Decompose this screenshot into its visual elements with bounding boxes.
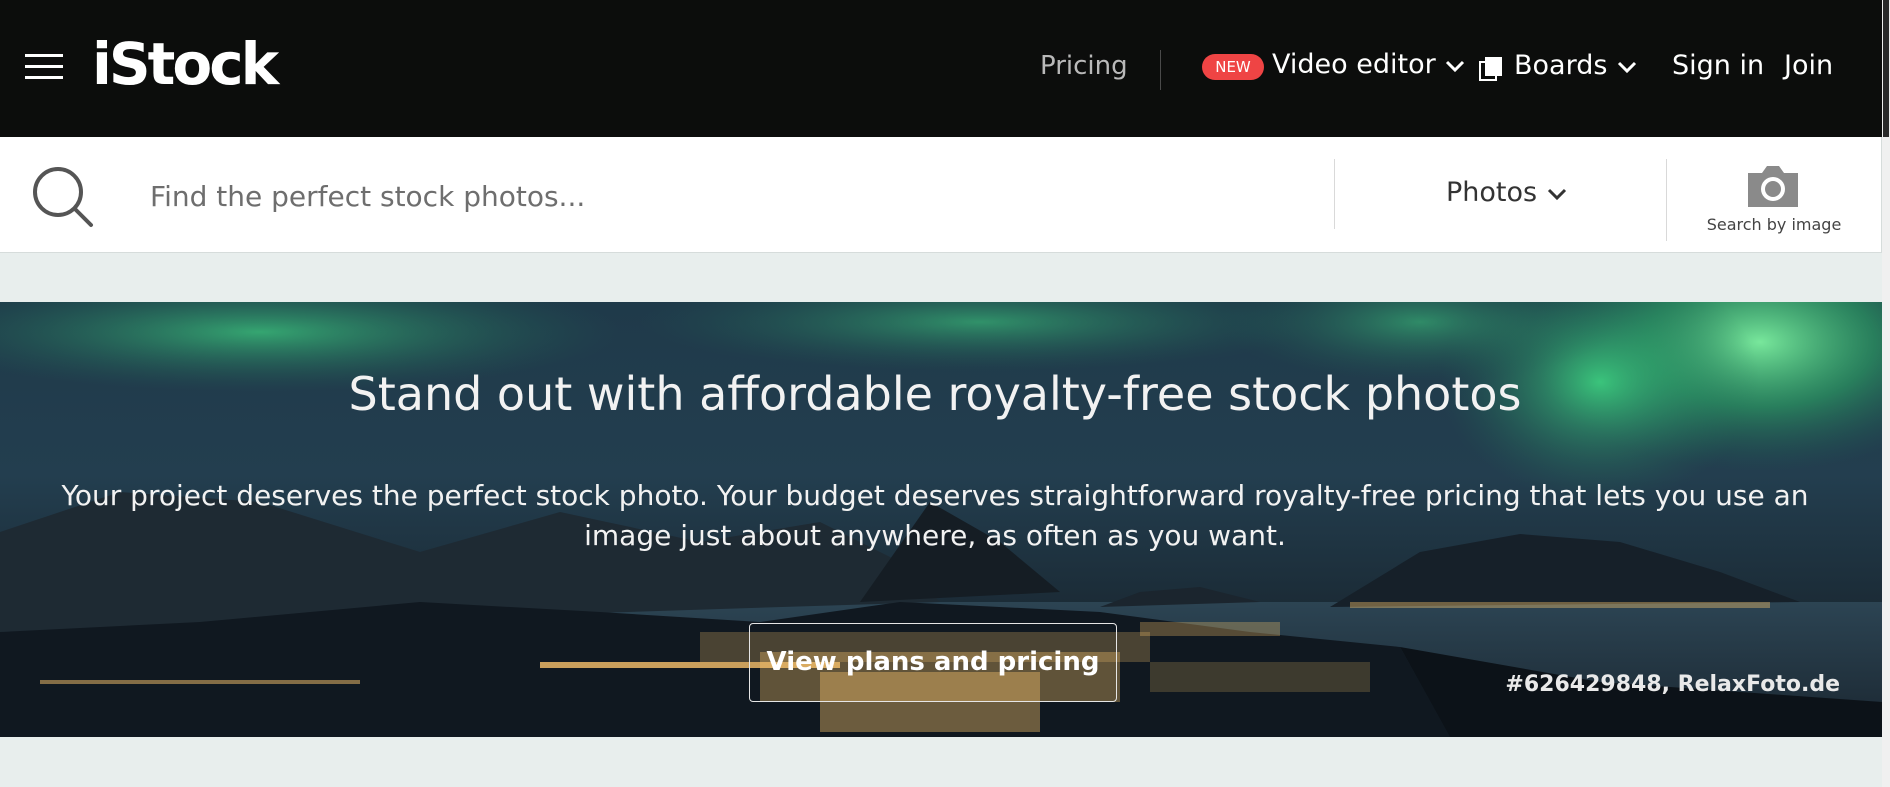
- search-by-image-button[interactable]: Search by image: [1700, 215, 1848, 234]
- search-divider: [1334, 159, 1335, 229]
- image-credit: #626429848, RelaxFoto.de: [1505, 672, 1840, 697]
- new-badge: NEW: [1202, 54, 1264, 80]
- boards-icon: [1479, 57, 1502, 81]
- search-input[interactable]: [148, 167, 1322, 225]
- boards-label: Boards: [1514, 50, 1608, 81]
- chevron-down-icon: [1617, 61, 1637, 73]
- top-nav: iStock Pricing NEW Video editor Boards S…: [0, 0, 1882, 137]
- media-type-label: Photos: [1446, 177, 1538, 208]
- video-editor-label: Video editor: [1272, 49, 1436, 80]
- menu-icon[interactable]: [25, 52, 63, 80]
- hero-banner: Stand out with affordable royalty-free s…: [0, 302, 1882, 737]
- boards-menu[interactable]: Boards: [1514, 48, 1638, 84]
- sign-in-link[interactable]: Sign in: [1672, 48, 1764, 84]
- camera-icon[interactable]: [1744, 163, 1802, 209]
- nav-divider: [1160, 50, 1161, 90]
- video-editor-menu[interactable]: Video editor: [1272, 47, 1466, 83]
- nav-pricing-link[interactable]: Pricing: [1040, 48, 1128, 84]
- logo[interactable]: iStock: [92, 28, 279, 100]
- join-link[interactable]: Join: [1784, 48, 1833, 84]
- chevron-down-icon: [1446, 60, 1465, 72]
- search-icon[interactable]: [30, 165, 96, 229]
- hero-title: Stand out with affordable royalty-free s…: [348, 367, 1522, 421]
- chevron-down-icon: [1547, 188, 1566, 200]
- scrollbar-thumb[interactable]: [1883, 0, 1889, 137]
- search-bar: Photos Search by image: [0, 137, 1882, 253]
- page: iStock Pricing NEW Video editor Boards S…: [0, 0, 1890, 787]
- search-divider: [1666, 159, 1667, 241]
- media-type-select[interactable]: Photos: [1446, 175, 1568, 211]
- view-plans-button[interactable]: View plans and pricing: [749, 623, 1117, 702]
- hero-subtitle: Your project deserves the perfect stock …: [61, 479, 1809, 552]
